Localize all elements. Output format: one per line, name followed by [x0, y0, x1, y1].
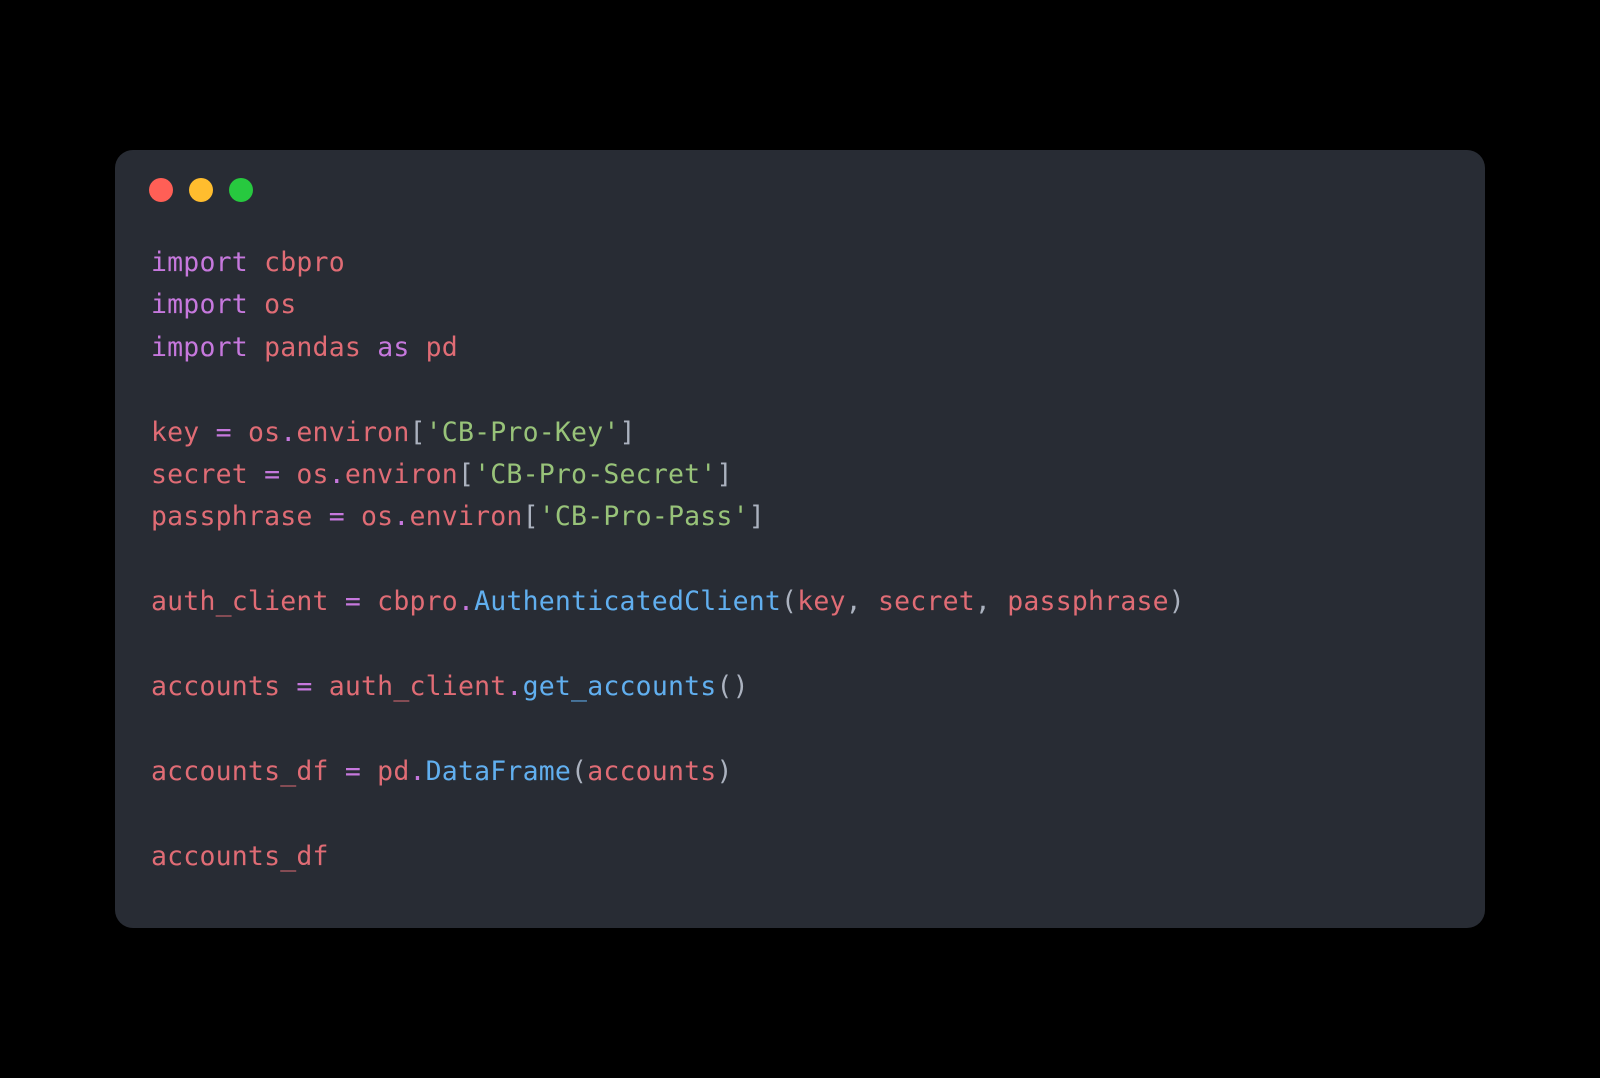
code-token: [232, 417, 248, 448]
minimize-icon[interactable]: [189, 178, 213, 202]
code-token: ]: [749, 501, 765, 532]
close-icon[interactable]: [149, 178, 173, 202]
code-token: ,: [975, 586, 1007, 617]
code-token: 'CB-Pro-Key': [426, 417, 620, 448]
code-token: [361, 332, 377, 363]
code-token: environ: [409, 501, 522, 532]
code-token: .: [409, 756, 425, 787]
code-token: cbpro: [264, 247, 345, 278]
code-token: import: [151, 332, 248, 363]
code-token: [329, 586, 345, 617]
code-token: AuthenticatedClient: [474, 586, 781, 617]
code-token: os: [248, 417, 280, 448]
code-token: .: [506, 671, 522, 702]
code-token: environ: [345, 459, 458, 490]
code-token: pd: [377, 756, 409, 787]
code-token: os: [296, 459, 328, 490]
code-token: [361, 586, 377, 617]
code-token: ,: [846, 586, 878, 617]
code-token: (: [781, 586, 797, 617]
code-token: accounts_df: [151, 756, 329, 787]
code-token: [199, 417, 215, 448]
code-token: .: [329, 459, 345, 490]
code-token: [345, 501, 361, 532]
code-token: auth_client: [151, 586, 329, 617]
maximize-icon[interactable]: [229, 178, 253, 202]
code-token: [280, 459, 296, 490]
window-titlebar: [115, 150, 1485, 212]
code-token: passphrase: [1007, 586, 1169, 617]
code-token: pandas: [264, 332, 361, 363]
code-token: pd: [426, 332, 458, 363]
code-token: [248, 247, 264, 278]
code-token: [361, 756, 377, 787]
code-token: [: [458, 459, 474, 490]
code-token: [313, 501, 329, 532]
code-token: accounts: [587, 756, 716, 787]
code-token: auth_client: [329, 671, 507, 702]
code-token: import: [151, 247, 248, 278]
code-token: [: [410, 417, 426, 448]
code-token: [329, 756, 345, 787]
code-token: (: [571, 756, 587, 787]
code-token: passphrase: [151, 501, 313, 532]
code-token: .: [458, 586, 474, 617]
code-token: [248, 332, 264, 363]
code-token: ]: [620, 417, 636, 448]
code-token: ): [716, 756, 732, 787]
code-token: [280, 671, 296, 702]
code-token: key: [797, 586, 845, 617]
code-token: .: [393, 501, 409, 532]
code-token: .: [280, 417, 296, 448]
code-token: environ: [296, 417, 409, 448]
code-content[interactable]: import cbpro import os import pandas as …: [115, 212, 1485, 928]
code-token: [: [523, 501, 539, 532]
code-token: accounts_df: [151, 841, 329, 872]
code-token: 'CB-Pro-Secret': [474, 459, 716, 490]
code-token: (): [716, 671, 748, 702]
code-token: as: [377, 332, 409, 363]
code-token: =: [296, 671, 312, 702]
code-token: [313, 671, 329, 702]
code-token: accounts: [151, 671, 280, 702]
code-token: 'CB-Pro-Pass': [539, 501, 749, 532]
code-token: cbpro: [377, 586, 458, 617]
code-token: import: [151, 289, 248, 320]
code-token: =: [329, 501, 345, 532]
code-token: secret: [878, 586, 975, 617]
code-token: DataFrame: [426, 756, 571, 787]
code-token: =: [345, 756, 361, 787]
code-token: ): [1169, 586, 1185, 617]
code-token: [410, 332, 426, 363]
code-token: key: [151, 417, 199, 448]
code-token: =: [345, 586, 361, 617]
code-token: =: [264, 459, 280, 490]
code-token: [248, 289, 264, 320]
code-token: get_accounts: [523, 671, 717, 702]
code-token: os: [361, 501, 393, 532]
code-token: secret: [151, 459, 248, 490]
code-token: =: [216, 417, 232, 448]
code-token: os: [264, 289, 296, 320]
code-token: ]: [716, 459, 732, 490]
code-token: [248, 459, 264, 490]
code-window: import cbpro import os import pandas as …: [115, 150, 1485, 928]
